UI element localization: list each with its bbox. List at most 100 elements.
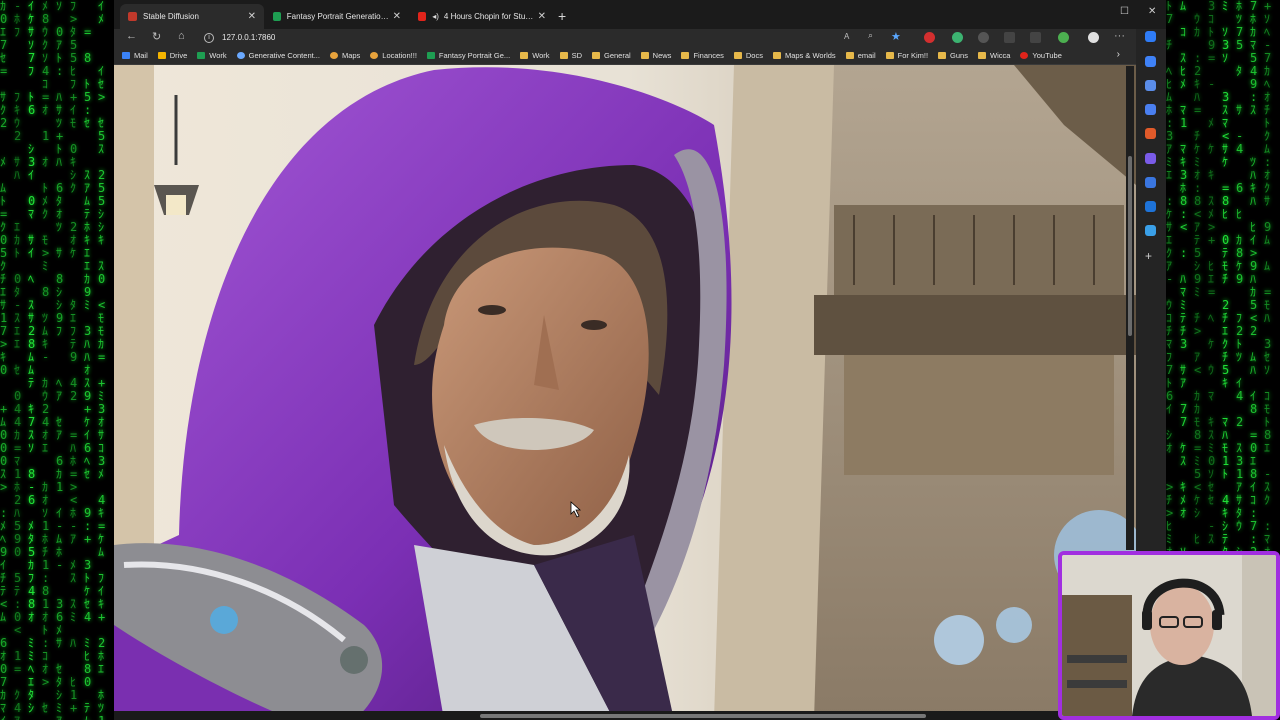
folder-icon <box>520 52 529 59</box>
bing-icon[interactable] <box>1145 31 1156 42</box>
bookmark-label: For Kim!! <box>897 51 929 60</box>
speaker-icon[interactable]: ◂) <box>432 12 439 21</box>
folder-icon <box>591 52 600 59</box>
collections-icon[interactable] <box>1030 32 1041 43</box>
maps-icon <box>370 52 379 59</box>
close-icon[interactable]: ✕ <box>393 11 401 22</box>
drive-icon <box>157 52 166 59</box>
more-menu-icon[interactable]: ··· <box>1114 30 1125 42</box>
youtube-icon <box>1020 52 1029 59</box>
hooded-wizard-portrait <box>114 65 1136 720</box>
favorite-star-icon[interactable]: ★ <box>891 30 901 43</box>
bookmark-label: General <box>603 51 631 60</box>
horizontal-scrollbar[interactable] <box>114 711 1126 720</box>
profile-avatar[interactable] <box>1088 32 1099 43</box>
e-icon[interactable] <box>1145 177 1156 188</box>
tab-chopin[interactable]: ◂) 4 Hours Chopin for Studyin... ✕ <box>410 4 554 29</box>
tab-bar: Stable Diffusion ✕ Fantasy Portrait Gene… <box>114 0 1166 29</box>
bookmark-label: Maps & Worlds <box>784 51 836 60</box>
scrollbar-thumb[interactable] <box>1128 156 1132 336</box>
bookmark-item[interactable]: Guns <box>938 51 968 60</box>
bookmark-item[interactable]: Drive <box>157 51 187 60</box>
navigation-toolbar: ← ↻ ⌂ i 127.0.0.1:7860 A ⌕ ★ ··· <box>114 29 1166 47</box>
outlook-icon[interactable] <box>1145 201 1156 212</box>
zoom-icon[interactable]: ⌕ <box>868 30 873 41</box>
notifications-icon[interactable] <box>1145 56 1156 67</box>
bookmark-item[interactable]: News <box>640 51 672 60</box>
home-icon[interactable]: ⌂ <box>178 30 185 42</box>
sheets-icon <box>197 52 206 59</box>
close-icon[interactable]: ✕ <box>538 11 546 22</box>
folder-icon <box>845 52 854 59</box>
bookmark-item[interactable]: Maps & Worlds <box>772 51 836 60</box>
bookmark-item[interactable]: Maps <box>329 51 361 60</box>
back-icon[interactable]: ← <box>126 30 137 42</box>
webcam-feed <box>1062 555 1276 716</box>
tab-label: Fantasy Portrait Generation - Go... <box>286 12 393 21</box>
vertical-scrollbar[interactable] <box>1126 66 1134 550</box>
bookmark-item[interactable]: Mail <box>122 51 148 60</box>
bookmark-label: News <box>652 51 672 60</box>
matrix-background-left: ｶ 0 ｴ 7 ｾ = ｻ ｸ 2 ﾒ ﾑ ﾄ = ｸ 0 5 ｸ ﾁ ｴ ｻ … <box>0 0 114 720</box>
bookmark-label: SD <box>571 51 582 60</box>
bookmark-item[interactable]: General <box>591 51 631 60</box>
bookmark-item[interactable]: SD <box>559 51 582 60</box>
bookmark-item[interactable]: email <box>845 51 876 60</box>
bookmark-item[interactable]: Generative Content... <box>236 51 320 60</box>
office-icon[interactable] <box>1145 153 1156 164</box>
reload-icon[interactable]: ↻ <box>152 30 161 43</box>
folder-icon <box>681 52 690 59</box>
folder-icon <box>640 52 649 59</box>
scrollbar-thumb[interactable] <box>480 714 926 718</box>
bookmark-item[interactable]: Fantasy Portrait Ge... <box>426 51 511 60</box>
bookmark-label: Mail <box>134 51 148 60</box>
games-icon[interactable] <box>1145 128 1156 139</box>
folder-icon <box>733 52 742 59</box>
search-icon[interactable] <box>1145 80 1156 91</box>
bookmark-label: Fantasy Portrait Ge... <box>438 51 511 60</box>
bookmark-item[interactable]: Location!!! <box>370 51 417 60</box>
folder-icon <box>938 52 947 59</box>
close-window-icon[interactable]: ✕ <box>1148 6 1156 17</box>
bookmark-item[interactable]: Wicca <box>977 51 1010 60</box>
webcam-overlay <box>1058 551 1280 720</box>
tab-label: Stable Diffusion <box>143 12 199 21</box>
globe-icon <box>236 52 245 59</box>
address-bar[interactable]: i 127.0.0.1:7860 <box>204 30 824 45</box>
folder-icon <box>977 52 986 59</box>
bookmark-item[interactable]: Work <box>197 51 227 60</box>
read-aloud-icon[interactable]: A <box>844 32 849 41</box>
maximize-icon[interactable]: ☐ <box>1120 6 1129 17</box>
folder-icon <box>885 52 894 59</box>
favorites-icon[interactable] <box>1004 32 1015 43</box>
bookmark-item[interactable]: Finances <box>681 51 724 60</box>
maps-icon <box>329 52 338 59</box>
extensions-icon[interactable] <box>1058 32 1069 43</box>
bookmark-item[interactable]: Docs <box>733 51 763 60</box>
sheets-icon <box>426 52 435 59</box>
bookmark-item[interactable]: For Kim!! <box>885 51 929 60</box>
generated-image <box>114 65 1136 720</box>
stable-diffusion-icon <box>128 12 137 21</box>
youtube-icon <box>418 12 427 21</box>
send-icon[interactable] <box>1145 225 1156 236</box>
tab-label: 4 Hours Chopin for Studyin... <box>443 12 538 21</box>
browser-window: Stable Diffusion ✕ Fantasy Portrait Gene… <box>114 0 1166 720</box>
adblock-icon[interactable] <box>924 32 935 43</box>
close-icon[interactable]: ✕ <box>248 11 256 22</box>
tab-fantasy-portrait[interactable]: Fantasy Portrait Generation - Go... ✕ <box>265 4 409 29</box>
more-bookmarks-icon[interactable]: › <box>1117 49 1120 60</box>
add-icon[interactable]: + <box>1145 250 1156 262</box>
tools-icon[interactable] <box>1145 104 1156 115</box>
sheets-icon <box>273 12 281 21</box>
bookmark-label: Generative Content... <box>248 51 320 60</box>
extension-icon[interactable] <box>978 32 989 43</box>
tab-stable-diffusion[interactable]: Stable Diffusion ✕ <box>120 4 264 29</box>
bookmark-label: Maps <box>341 51 361 60</box>
site-info-icon[interactable]: i <box>204 32 214 43</box>
bookmark-item[interactable]: YouTube <box>1020 51 1062 60</box>
extension-icon[interactable] <box>952 32 963 43</box>
bookmark-label: Guns <box>950 51 968 60</box>
new-tab-button[interactable]: + <box>558 8 566 24</box>
bookmark-item[interactable]: Work <box>520 51 550 60</box>
